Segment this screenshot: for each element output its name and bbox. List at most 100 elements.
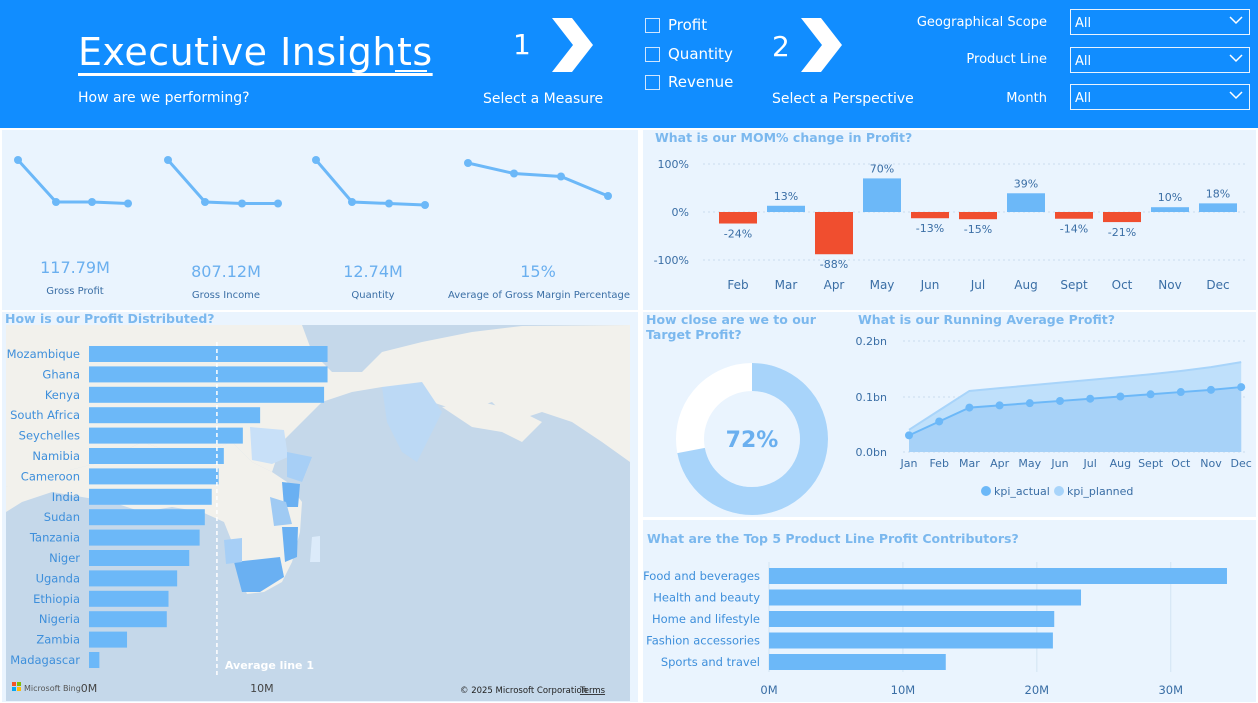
- geo-bar: [89, 529, 200, 546]
- legend-marker-actual: [981, 486, 991, 496]
- products-bar: [769, 589, 1082, 606]
- mom-bar: [1055, 212, 1093, 219]
- mom-data-label: -21%: [1108, 226, 1136, 239]
- mom-data-label: -14%: [1060, 223, 1088, 236]
- chevron-down-icon: [1229, 16, 1243, 25]
- map-region-sudan: [250, 427, 288, 464]
- checkbox-icon[interactable]: [645, 74, 660, 90]
- products-category-label: Home and lifestyle: [652, 612, 760, 626]
- title-underline: [395, 70, 427, 72]
- running-actual-point: [1086, 394, 1095, 403]
- checkbox-icon[interactable]: [645, 46, 660, 62]
- dropdown-value: All: [1075, 16, 1092, 31]
- running-actual-point: [905, 431, 913, 440]
- products-xtick-label: 0M: [760, 683, 777, 697]
- geo-category-label: Madagascar: [10, 653, 80, 667]
- geo-bar: [89, 448, 224, 464]
- measure-label: Profit: [668, 16, 708, 34]
- mom-xtick-label: May: [870, 278, 895, 292]
- running-actual-point: [1116, 392, 1125, 401]
- geo-category-label: Sudan: [44, 510, 80, 524]
- running-actual-point: [1176, 388, 1185, 397]
- checkbox-icon[interactable]: [645, 17, 660, 33]
- geo-category-label: Nigeria: [39, 612, 80, 626]
- mom-chart: 100% 0% -100% -24% Feb 13% Mar -88% Apr 70% May -13…: [654, 158, 1248, 292]
- kpi-sparkline-point: [464, 159, 472, 167]
- map-attribution: © 2025 Microsoft Corporation: [460, 686, 587, 696]
- bing-logo-icon: [12, 687, 16, 691]
- running-xtick-label: Jul: [1083, 457, 1097, 470]
- filter-label-geo: Geographical Scope: [916, 15, 1047, 30]
- chevron-right-icon: [801, 18, 842, 72]
- kpi-sparkline-point: [557, 172, 565, 181]
- kpi-sparkline: [467, 161, 609, 198]
- running-xtick-label: May: [1018, 457, 1041, 470]
- running-actual-point: [1056, 396, 1064, 405]
- mom-data-label: 70%: [870, 162, 894, 175]
- kpi-sparkline-point: [274, 199, 282, 208]
- measure-option-revenue[interactable]: Revenue: [645, 73, 733, 91]
- kpi-panel: 117.79M Gross Profit 807.12M Gross Incom…: [2, 130, 638, 310]
- target-donut-chart: 72%: [676, 363, 828, 515]
- products-category-label: Sports and travel: [661, 655, 760, 669]
- geo-bar: [89, 550, 190, 566]
- target-panel: How close are we to our Target Profit? 7…: [643, 312, 853, 517]
- kpi-value-gross-margin: 15%: [520, 262, 556, 281]
- geo-panel: How is our Profit Distributed? © 2025 Mi…: [2, 311, 638, 702]
- mom-data-label: -88%: [820, 258, 848, 271]
- running-actual-point: [965, 403, 974, 412]
- filter-label-month: Month: [1006, 91, 1047, 106]
- geo-average-label: Average line 1: [225, 659, 314, 672]
- mom-ytick-label: -100%: [654, 254, 689, 267]
- geo-category-label: Ghana: [42, 367, 80, 381]
- page-subtitle: How are we performing?: [78, 90, 250, 106]
- mom-ytick-label: 0%: [672, 206, 689, 219]
- geo-bar: [89, 468, 219, 485]
- chevron-right-icon: [552, 18, 593, 72]
- map-terms-link[interactable]: Terms: [579, 686, 606, 696]
- products-bar: [769, 611, 1055, 627]
- products-xtick-label: 30M: [1158, 683, 1183, 697]
- running-xtick-label: Jun: [1050, 457, 1068, 470]
- geo-bar: [89, 509, 205, 526]
- products-category-label: Food and beverages: [643, 569, 760, 583]
- product-line-dropdown[interactable]: All: [1070, 47, 1250, 73]
- running-xtick-label: Jan: [900, 457, 918, 470]
- running-xtick-label: Oct: [1171, 457, 1191, 470]
- mom-bar: [863, 178, 901, 212]
- mom-xtick-label: Dec: [1206, 278, 1229, 292]
- geo-category-label: Uganda: [36, 571, 80, 585]
- chevron-down-icon: [1229, 91, 1243, 100]
- mom-xtick-label: Nov: [1158, 278, 1181, 292]
- donut-center-label: 72%: [726, 428, 779, 453]
- geo-scope-dropdown[interactable]: All: [1070, 9, 1250, 35]
- mom-data-label: -13%: [916, 222, 944, 235]
- running-actual-point: [1237, 383, 1246, 392]
- measure-option-quantity[interactable]: Quantity: [645, 45, 733, 63]
- mom-bar: [1103, 212, 1141, 223]
- running-panel: What is our Running Average Profit? 0.2b…: [853, 312, 1256, 517]
- kpi-sparkline-point: [348, 198, 356, 206]
- running-ytick-label: 0.2bn: [856, 335, 887, 348]
- geo-bar: [89, 427, 243, 444]
- geo-category-label: South Africa: [10, 408, 80, 422]
- running-actual-point: [935, 417, 944, 426]
- month-dropdown[interactable]: All: [1070, 84, 1250, 110]
- geo-category-label: Namibia: [32, 449, 80, 463]
- running-actual-point: [1146, 390, 1155, 399]
- mom-xtick-label: Mar: [775, 278, 798, 292]
- mom-xtick-label: Oct: [1112, 278, 1133, 292]
- measure-option-profit[interactable]: Profit: [645, 16, 707, 34]
- running-xtick-label: Aug: [1110, 457, 1131, 470]
- mom-bar: [1199, 203, 1237, 212]
- measure-label: Revenue: [668, 73, 734, 91]
- step-2-number: 2: [772, 30, 790, 63]
- kpi-sparkline-point: [164, 156, 172, 164]
- kpi-value-gross-income: 807.12M: [191, 262, 261, 281]
- geo-bar: [89, 590, 169, 607]
- running-xtick-label: Mar: [959, 457, 980, 470]
- geo-category-label: Mozambique: [7, 347, 80, 361]
- products-chart: 0M 10M 20M 30M Food and beverages Health and …: [643, 562, 1227, 697]
- bing-logo-icon: [17, 687, 21, 691]
- geo-category-label: India: [52, 490, 80, 504]
